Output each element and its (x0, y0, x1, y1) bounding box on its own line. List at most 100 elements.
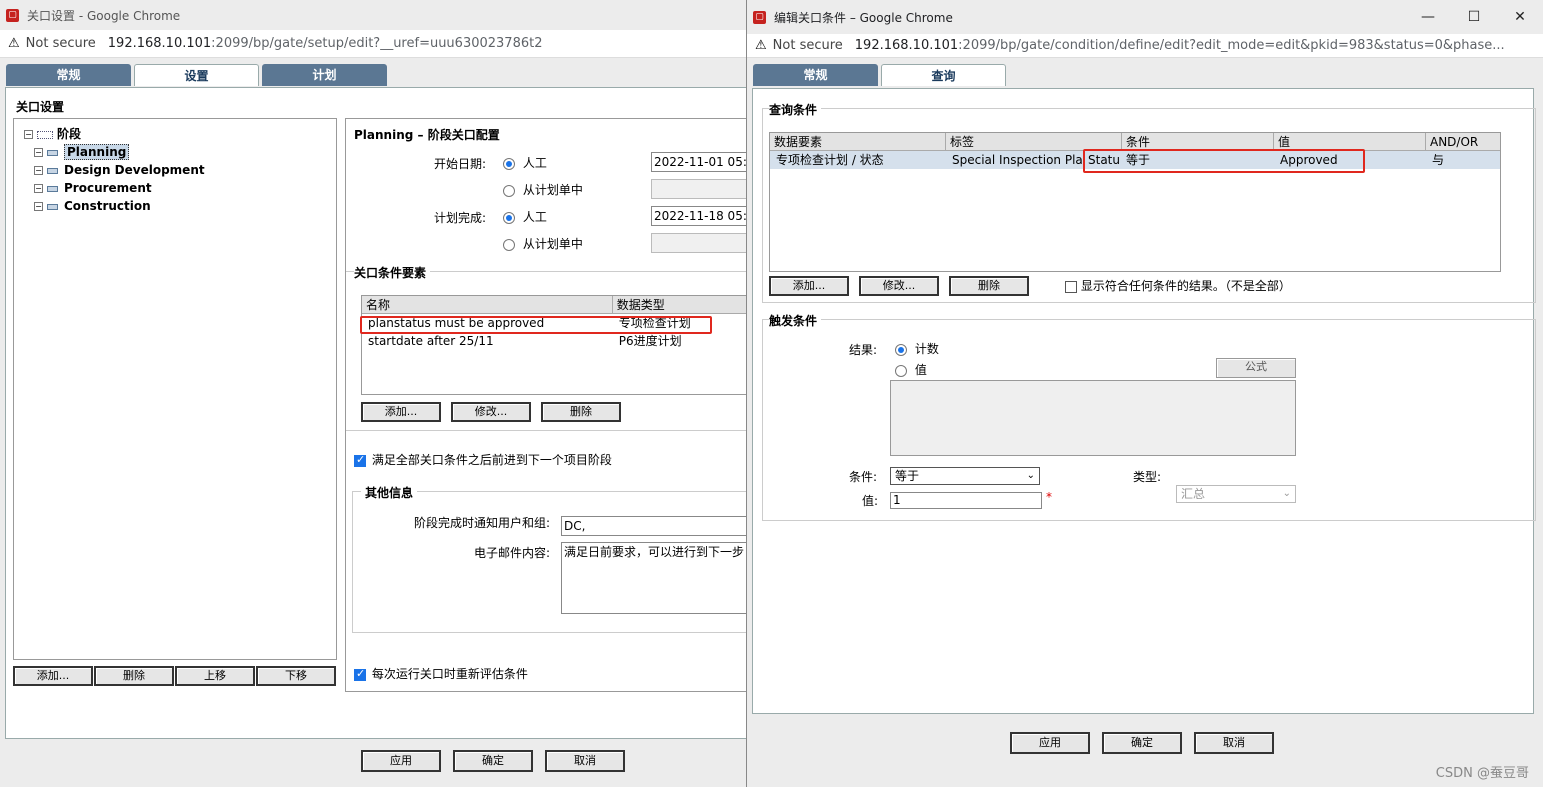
finish-from-plan-radio[interactable]: 从计划单中 (503, 235, 583, 252)
finish-from-plan-field[interactable] (651, 233, 752, 253)
section-title: 关口设置 (16, 100, 65, 114)
check-all-conditions[interactable]: 满足全部关口条件之后前进到下一个项目阶段 (354, 451, 612, 468)
query-buttons: 添加... 修改... 删除 (769, 276, 1029, 296)
collapse-icon[interactable]: − (34, 148, 43, 157)
w1-footer-buttons: 应用 确定 取消 (361, 750, 625, 772)
url-text[interactable]: 192.168.10.101:2099/bp/gate/condition/de… (855, 38, 1515, 53)
col-label: 标签 (946, 133, 1122, 150)
node-icon (47, 149, 58, 156)
tree-move-up-button[interactable]: 上移 (175, 666, 255, 686)
tree-root[interactable]: − 阶段 (24, 125, 205, 143)
col-value: 值 (1274, 133, 1426, 150)
collapse-icon[interactable]: − (24, 130, 33, 139)
warning-icon: ⚠ (8, 36, 20, 51)
row-name: startdate after 25/11 (368, 334, 494, 348)
start-date-input[interactable]: 2022-11-01 05: (651, 152, 752, 172)
col-type: 数据类型 (616, 298, 665, 312)
tree-move-down-button[interactable]: 下移 (256, 666, 336, 686)
settings-pane: 关口设置 − 阶段 − Planning − Design Development −… (5, 87, 753, 739)
finish-date-input[interactable]: 2022-11-18 05: (651, 206, 752, 226)
result-label: 结果: (849, 343, 878, 357)
other-info-group: 其他信息 阶段完成时通知用户和组: DC, 电子邮件内容: 满足日前要求，可以进… (352, 484, 753, 633)
row-element: 专项检查计划 / 状态 (776, 153, 884, 167)
tree-add-button[interactable]: 添加... (13, 666, 93, 686)
email-textarea[interactable]: 满足日前要求，可以进行到下一步 (561, 542, 753, 614)
tab-general[interactable]: 常规 (753, 64, 878, 86)
tree-item-planning[interactable]: − Planning (24, 143, 205, 161)
tree-delete-button[interactable]: 删除 (94, 666, 174, 686)
value-input[interactable]: 1 (890, 492, 1042, 509)
formula-textarea[interactable] (890, 380, 1296, 456)
formula-button[interactable]: 公式 (1216, 358, 1296, 378)
collapse-icon[interactable]: − (34, 166, 43, 175)
app-icon: ▢ (753, 10, 766, 24)
result-count-radio[interactable]: 计数 (895, 340, 939, 357)
condition-select[interactable]: 等于 ⌄ (890, 467, 1040, 485)
trigger-title: 触发条件 (769, 312, 822, 329)
ok-button[interactable]: 确定 (453, 750, 533, 772)
ok-button[interactable]: 确定 (1102, 732, 1182, 754)
tree-buttons: 添加... 删除 上移 下移 (13, 666, 337, 686)
check-reevaluate[interactable]: 每次运行关口时重新评估条件 (354, 665, 528, 682)
w2-title: 编辑关口条件 – Google Chrome (774, 10, 953, 25)
warning-icon: ⚠ (755, 38, 767, 53)
col-condition: 条件 (1122, 133, 1274, 150)
tab-plan[interactable]: 计划 (262, 64, 387, 86)
w1-titlebar: ▢ 关口设置 - Google Chrome (0, 0, 749, 30)
trigger-group: 触发条件 结果: 计数 值 公式 条件: 等于 ⌄ 类型: 汇总 ⌄ 值: 1 * (762, 312, 1536, 521)
apply-button[interactable]: 应用 (1010, 732, 1090, 754)
result-value-radio[interactable]: 值 (895, 361, 927, 378)
url-text[interactable]: 192.168.10.101:2099/bp/gate/setup/edit?_… (108, 36, 543, 51)
tab-query[interactable]: 查询 (881, 64, 1006, 86)
tree-item-procurement[interactable]: − Procurement (24, 179, 205, 197)
cancel-button[interactable]: 取消 (545, 750, 625, 772)
w1-address-bar[interactable]: ⚠ Not secure 192.168.10.101:2099/bp/gate… (0, 30, 749, 58)
phase-config-panel: Planning – 阶段关口配置 开始日期: 人工 2022-11-01 05… (345, 118, 753, 692)
table-row[interactable]: startdate after 25/11 P6进度计划 (362, 332, 751, 350)
query-edit-button[interactable]: 修改... (859, 276, 939, 296)
node-icon (47, 167, 58, 174)
finish-manual-radio[interactable]: 人工 (503, 208, 547, 225)
close-icon[interactable]: ✕ (1497, 0, 1543, 34)
condition-delete-button[interactable]: 删除 (541, 402, 621, 422)
required-marker: * (1046, 490, 1052, 504)
gate-setup-window: ▢ 关口设置 - Google Chrome ⚠ Not secure 192.… (0, 0, 753, 787)
tree-item-design[interactable]: − Design Development (24, 161, 205, 179)
collapse-icon[interactable]: − (34, 184, 43, 193)
query-add-button[interactable]: 添加... (769, 276, 849, 296)
type-select[interactable]: 汇总 ⌄ (1176, 485, 1296, 503)
cancel-button[interactable]: 取消 (1194, 732, 1274, 754)
condition-edit-button[interactable]: 修改... (451, 402, 531, 422)
minimize-icon[interactable]: — (1405, 0, 1451, 34)
conditions-group: 关口条件要素 名称 数据类型 planstatus must be approv… (346, 264, 752, 431)
conditions-title: 关口条件要素 (354, 264, 431, 281)
maximize-icon[interactable]: ☐ (1451, 0, 1497, 34)
condition-add-button[interactable]: 添加... (361, 402, 441, 422)
start-manual-radio[interactable]: 人工 (503, 154, 547, 171)
chevron-down-icon: ⌄ (1282, 488, 1291, 499)
start-from-plan-radio[interactable]: 从计划单中 (503, 181, 583, 198)
w2-address-bar[interactable]: ⚠ Not secure 192.168.10.101:2099/bp/gate… (747, 34, 1543, 58)
phase-tree: − 阶段 − Planning − Design Development − Procu… (24, 125, 205, 215)
tree-item-construction[interactable]: − Construction (24, 197, 205, 215)
watermark: CSDN @蚕豆哥 (1435, 766, 1529, 781)
col-name: 名称 (362, 296, 613, 313)
show-any-checkbox[interactable]: 显示符合任何条件的结果。（不是全部） (1065, 277, 1291, 294)
apply-button[interactable]: 应用 (361, 750, 441, 772)
app-icon: ▢ (6, 8, 19, 22)
start-from-plan-field[interactable] (651, 179, 752, 199)
notify-label: 阶段完成时通知用户和组: (414, 516, 551, 530)
row-andor: 与 (1432, 153, 1445, 167)
not-secure-label: Not secure (772, 38, 843, 53)
query-title: 查询条件 (769, 101, 822, 118)
tab-general[interactable]: 常规 (6, 64, 131, 86)
other-info-title: 其他信息 (361, 484, 418, 501)
collapse-icon[interactable]: − (34, 202, 43, 211)
notify-input[interactable]: DC, (561, 516, 753, 536)
tab-settings[interactable]: 设置 (134, 64, 259, 86)
highlight-box (1083, 149, 1365, 173)
query-delete-button[interactable]: 删除 (949, 276, 1029, 296)
query-group: 查询条件 数据要素 标签 条件 值 AND/OR 专项检查计划 / 状态 Spe… (762, 101, 1536, 303)
value-label: 值: (862, 494, 879, 508)
w1-title: 关口设置 - Google Chrome (27, 8, 181, 23)
